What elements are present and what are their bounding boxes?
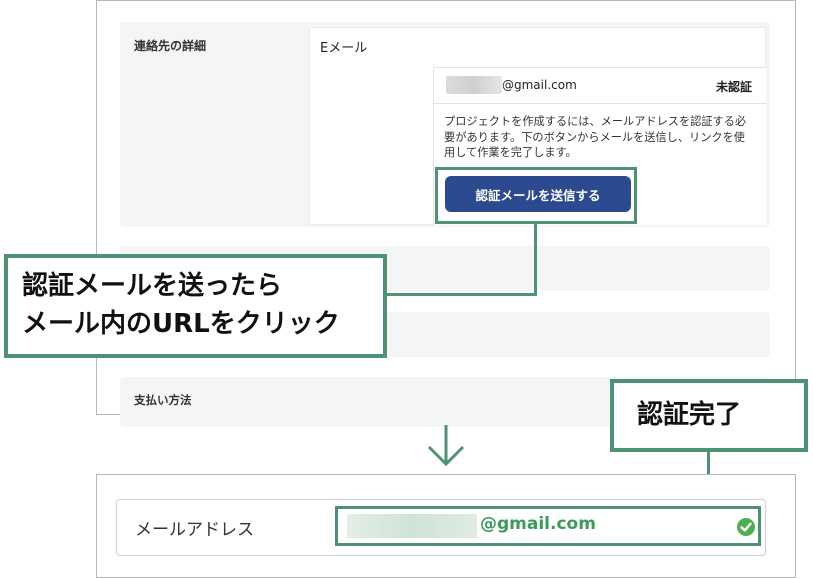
unverified-status-badge: 未認証 xyxy=(716,80,753,94)
send-button-highlight xyxy=(435,167,637,224)
redacted-email-user xyxy=(446,76,502,94)
verification-instruction: プロジェクトを作成するには、メールアドレスを認証する必要があります。下のボタンか… xyxy=(444,115,747,159)
send-email-callout-line2: メール内のURLをクリック xyxy=(22,309,340,339)
email-address-domain: @gmail.com xyxy=(502,78,577,92)
email-address-label: メールアドレス xyxy=(135,520,254,540)
contact-details-label: 連絡先の詳細 xyxy=(134,39,207,53)
email-heading: Eメール xyxy=(320,41,368,56)
verified-email-highlight xyxy=(335,506,761,546)
payment-method-label: 支払い方法 xyxy=(134,393,192,407)
send-email-callout-line1: 認証メールを送ったら xyxy=(22,271,283,301)
email-box-divider xyxy=(433,103,766,104)
check-circle-icon xyxy=(737,518,755,536)
callout-connector xyxy=(386,293,537,296)
callout-connector xyxy=(534,224,537,296)
arrow-down-icon xyxy=(427,425,465,467)
verification-complete-text: 認証完了 xyxy=(637,400,742,430)
